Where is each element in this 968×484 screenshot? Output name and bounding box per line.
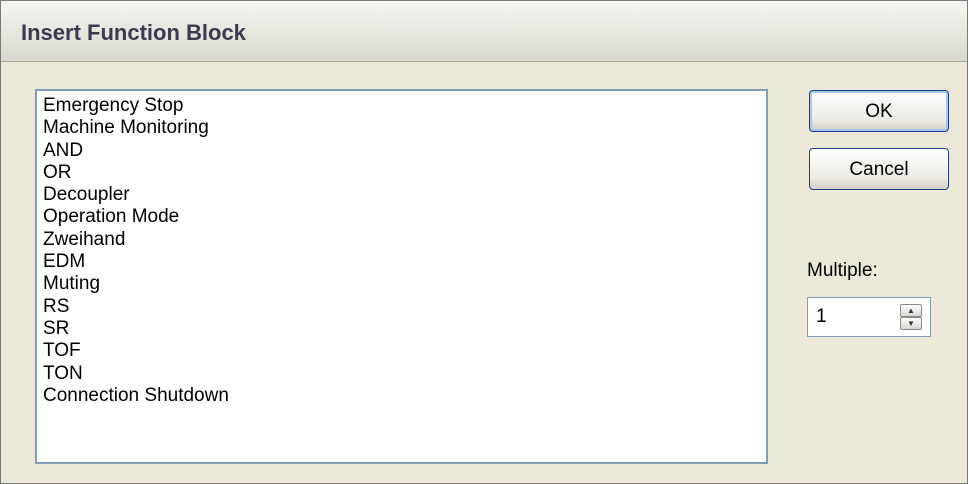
list-item[interactable]: SR xyxy=(43,318,766,340)
list-item[interactable]: EDM xyxy=(43,251,766,273)
up-arrow-icon[interactable]: ▲ xyxy=(900,304,922,317)
list-item[interactable]: AND xyxy=(43,140,766,162)
spin-buttons: ▲ ▼ xyxy=(900,304,922,330)
list-item[interactable]: OR xyxy=(43,162,766,184)
list-item[interactable]: Muting xyxy=(43,273,766,295)
list-item[interactable]: TON xyxy=(43,363,766,385)
down-arrow-icon[interactable]: ▼ xyxy=(900,317,922,330)
list-item[interactable]: Operation Mode xyxy=(43,206,766,228)
list-item[interactable]: Decoupler xyxy=(43,184,766,206)
multiple-spinbox[interactable]: 1 ▲ ▼ xyxy=(807,297,931,337)
list-item[interactable]: RS xyxy=(43,296,766,318)
list-item[interactable]: Zweihand xyxy=(43,229,766,251)
list-item[interactable]: Emergency Stop xyxy=(43,95,766,117)
list-item[interactable]: Machine Monitoring xyxy=(43,117,766,139)
dialog-title: Insert Function Block xyxy=(21,20,246,45)
cancel-button[interactable]: Cancel xyxy=(809,148,949,190)
multiple-value[interactable]: 1 xyxy=(816,306,827,328)
list-item[interactable]: Connection Shutdown xyxy=(43,385,766,407)
title-bar[interactable]: Insert Function Block xyxy=(1,1,967,62)
list-item[interactable]: TOF xyxy=(43,340,766,362)
insert-function-block-dialog: Insert Function Block Emergency Stop Mac… xyxy=(0,0,968,484)
function-block-list[interactable]: Emergency Stop Machine Monitoring AND OR… xyxy=(35,89,768,464)
ok-button[interactable]: OK xyxy=(809,90,949,132)
multiple-label: Multiple: xyxy=(807,260,878,281)
